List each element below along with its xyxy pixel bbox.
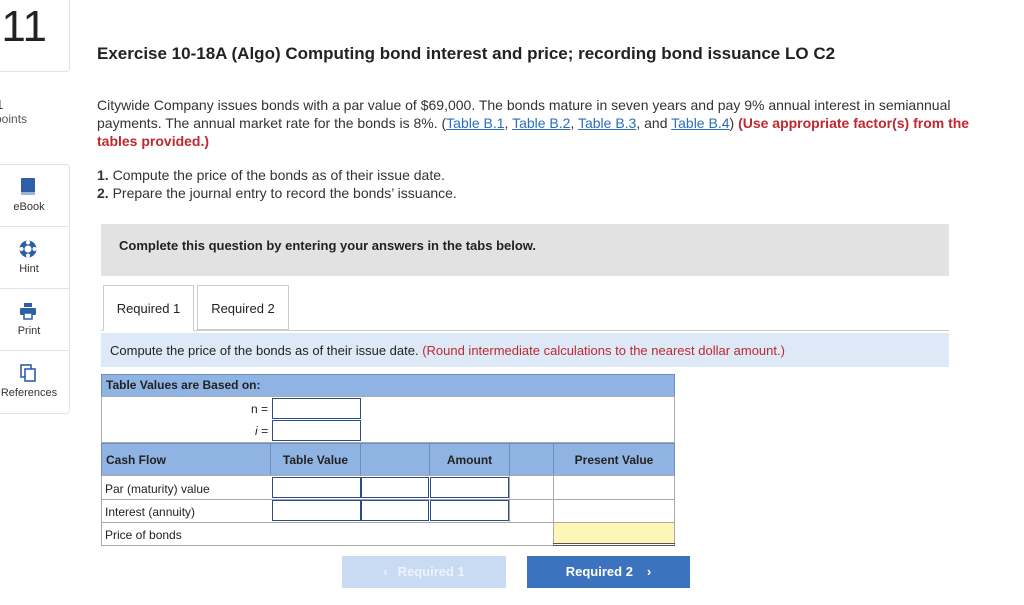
par-amount-input[interactable] (430, 477, 509, 498)
ebook-button[interactable]: eBook (0, 165, 69, 227)
col-divider (509, 475, 510, 522)
i-label: i = (254, 424, 268, 438)
requirement-2: 2. Prepare the journal entry to record t… (97, 185, 457, 201)
par-blank-input[interactable] (361, 477, 429, 498)
print-button[interactable]: Print (0, 289, 69, 351)
next-button-label: Required 2 (565, 564, 633, 579)
tab-required-2[interactable]: Required 2 (197, 285, 289, 330)
requirement-1: 1. Compute the price of the bonds as of … (97, 167, 445, 183)
prev-button-label: Required 1 (397, 564, 465, 579)
interest-blank-input[interactable] (361, 500, 429, 521)
chevron-right-icon: › (646, 564, 652, 579)
hint-label: Hint (19, 263, 39, 275)
points-label: points (0, 112, 28, 126)
lifebuoy-icon (19, 240, 37, 258)
points-value: 1 (0, 98, 70, 112)
points-indicator: 1 points (0, 98, 70, 127)
table-row-label: Interest (annuity) (105, 505, 196, 519)
tab-instruction: Compute the price of the bonds as of the… (101, 333, 949, 367)
price-underline (553, 543, 675, 546)
table-values-header: Table Values are Based on: (101, 374, 675, 397)
problem-statement: Citywide Company issues bonds with a par… (97, 97, 970, 149)
next-required-button[interactable]: Required 2 › (527, 556, 690, 588)
link-table-b2[interactable]: Table B.2 (512, 115, 570, 131)
col-present-value: Present Value (553, 443, 675, 476)
interest-table-value-input[interactable] (272, 500, 361, 521)
col-blank (360, 443, 430, 476)
tab-divider (101, 330, 949, 331)
table-row-label: Price of bonds (105, 528, 182, 542)
based-on-box (101, 396, 675, 443)
tabs-banner: Complete this question by entering your … (101, 224, 949, 276)
tab-required-1[interactable]: Required 1 (103, 285, 194, 331)
link-table-b3[interactable]: Table B.3 (578, 115, 636, 131)
col-blank-2 (509, 443, 554, 476)
link-table-b4[interactable]: Table B.4 (671, 115, 729, 131)
chevron-left-icon: ‹ (383, 564, 388, 579)
i-input[interactable] (272, 420, 361, 441)
link-table-b1[interactable]: Table B.1 (446, 115, 504, 131)
printer-icon (20, 303, 36, 320)
hint-button[interactable]: Hint (0, 227, 69, 289)
book-icon (21, 178, 35, 195)
price-of-bonds-output (554, 523, 674, 544)
print-label: Print (17, 325, 41, 337)
col-cash-flow: Cash Flow (101, 443, 271, 476)
prev-required-button[interactable]: ‹ Required 1 (342, 556, 506, 588)
exercise-title: Exercise 10-18A (Algo) Computing bond in… (97, 44, 836, 63)
table-row-label: Par (maturity) value (105, 482, 210, 496)
n-input[interactable] (272, 398, 361, 419)
references-label: References (0, 387, 58, 399)
par-table-value-input[interactable] (272, 477, 361, 498)
col-table-value: Table Value (270, 443, 361, 476)
requirements-list: 1. Compute the price of the bonds as of … (97, 166, 457, 202)
n-label: n = (250, 402, 268, 416)
documents-icon (20, 364, 36, 382)
rounding-note: (Round intermediate calculations to the … (422, 343, 785, 358)
col-amount: Amount (429, 443, 510, 476)
tool-rail: eBook Hint Print References (0, 164, 70, 414)
ebook-label: eBook (13, 201, 45, 213)
references-button[interactable]: References (0, 351, 69, 413)
question-number: 11 (0, 0, 70, 72)
interest-amount-input[interactable] (430, 500, 509, 521)
